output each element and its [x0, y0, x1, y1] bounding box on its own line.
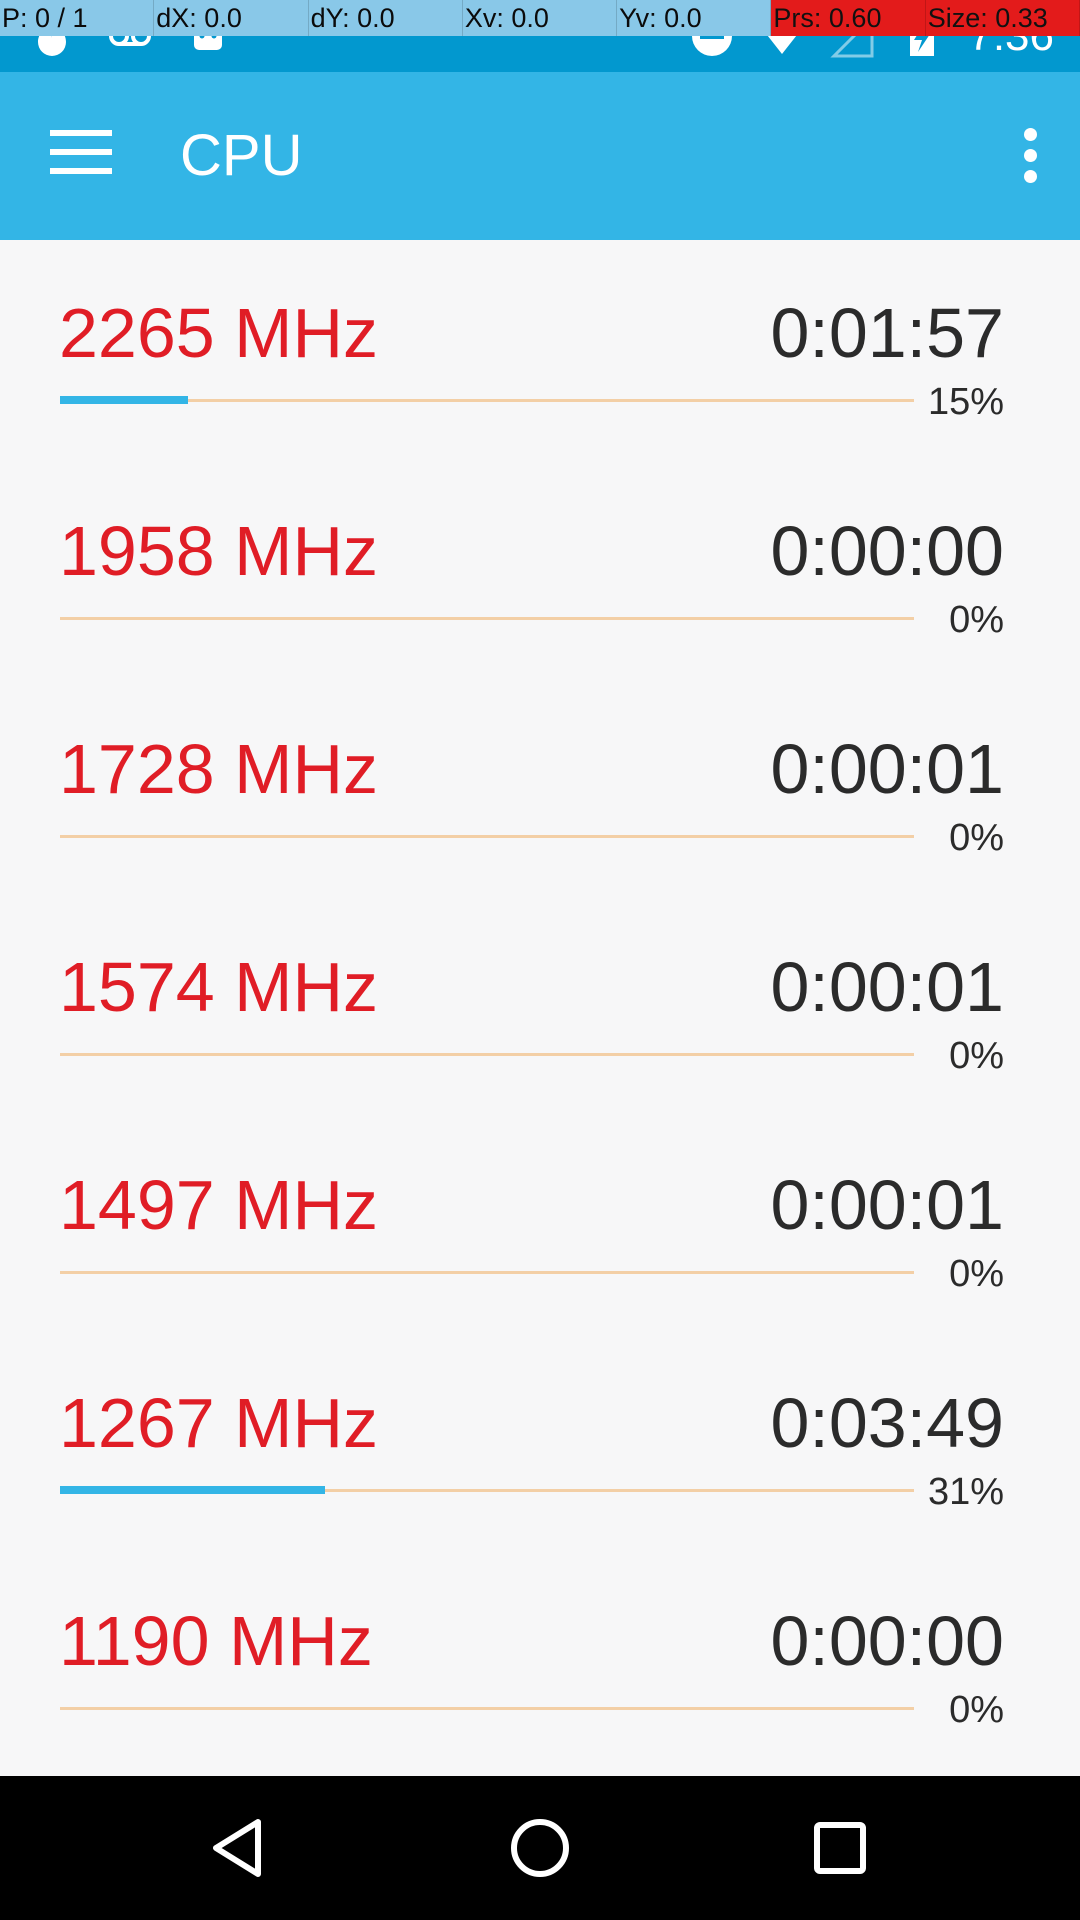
debug-pressure: Prs: 0.60: [771, 0, 926, 36]
frequency-row[interactable]: 1190 MHz 0:00:00 0%: [0, 1548, 1080, 1766]
usage-progress-fill: [60, 1486, 325, 1494]
usage-progress-bar: [60, 1053, 914, 1056]
frequency-label: 1190 MHz: [59, 1602, 373, 1680]
usage-percent: 0%: [949, 1253, 1004, 1295]
frequency-label: 1574 MHz: [59, 948, 379, 1026]
back-icon[interactable]: [208, 1816, 272, 1880]
usage-percent: 15%: [927, 381, 1004, 423]
frequency-label: 1958 MHz: [59, 512, 379, 590]
debug-size: Size: 0.33: [925, 0, 1080, 36]
app-bar: CPU: [0, 72, 1080, 240]
frequency-label: 2265 MHz: [59, 294, 379, 372]
time-in-state: 0:00:01: [770, 730, 1004, 808]
frequency-label: 1497 MHz: [59, 1166, 379, 1244]
frequency-row[interactable]: 1267 MHz 0:03:49 31%: [0, 1330, 1080, 1548]
usage-progress-bar: [60, 835, 914, 838]
debug-dy: dY: 0.0: [309, 0, 463, 36]
debug-dx: dX: 0.0: [154, 0, 309, 36]
time-in-state: 0:00:00: [770, 1602, 1004, 1680]
usage-percent: 31%: [927, 1471, 1004, 1513]
frequency-row[interactable]: 1497 MHz 0:00:01 0%: [0, 1112, 1080, 1330]
pointer-location-overlay: P: 0 / 1 dX: 0.0 dY: 0.0 Xv: 0.0 Yv: 0.0…: [0, 0, 1080, 36]
usage-percent: 0%: [949, 1035, 1004, 1077]
time-in-state: 0:01:57: [770, 294, 1004, 372]
usage-progress-fill: [60, 396, 189, 404]
frequency-row[interactable]: 1958 MHz 0:00:00 0%: [0, 458, 1080, 676]
frequency-row[interactable]: 2265 MHz 0:01:57 15%: [0, 240, 1080, 458]
debug-pointer: P: 0 / 1: [0, 0, 155, 36]
usage-percent: 0%: [949, 817, 1004, 859]
cpu-frequency-list[interactable]: 2265 MHz 0:01:57 15% 1958 MHz 0:00:00 0%…: [0, 240, 1080, 1766]
frequency-label: 1267 MHz: [59, 1384, 379, 1462]
navigation-bar: [0, 1776, 1080, 1920]
time-in-state: 0:00:01: [770, 948, 1004, 1026]
frequency-label: 1728 MHz: [59, 730, 379, 808]
frequency-row[interactable]: 1574 MHz 0:00:01 0%: [0, 894, 1080, 1112]
recent-apps-icon[interactable]: [808, 1816, 872, 1880]
home-icon[interactable]: [508, 1816, 572, 1880]
time-in-state: 0:00:00: [770, 512, 1004, 590]
page-title: CPU: [180, 123, 303, 188]
frequency-row[interactable]: 1728 MHz 0:00:01 0%: [0, 676, 1080, 894]
usage-progress-bar: [60, 617, 914, 620]
debug-xv: Xv: 0.0: [463, 0, 618, 36]
usage-progress-bar: [60, 1707, 914, 1710]
usage-progress-bar: [60, 396, 914, 404]
usage-progress-bar: [60, 1271, 914, 1274]
usage-percent: 0%: [949, 1689, 1004, 1731]
usage-percent: 0%: [949, 599, 1004, 641]
debug-yv: Yv: 0.0: [617, 0, 772, 36]
hamburger-menu-icon[interactable]: [50, 130, 112, 182]
time-in-state: 0:03:49: [770, 1384, 1004, 1462]
time-in-state: 0:00:01: [770, 1166, 1004, 1244]
overflow-menu-icon[interactable]: [1010, 128, 1050, 184]
status-bar: 7:36 P: 0 / 1 dX: 0.0 dY: 0.0 Xv: 0.0 Yv…: [0, 0, 1080, 72]
usage-progress-bar: [60, 1486, 914, 1494]
